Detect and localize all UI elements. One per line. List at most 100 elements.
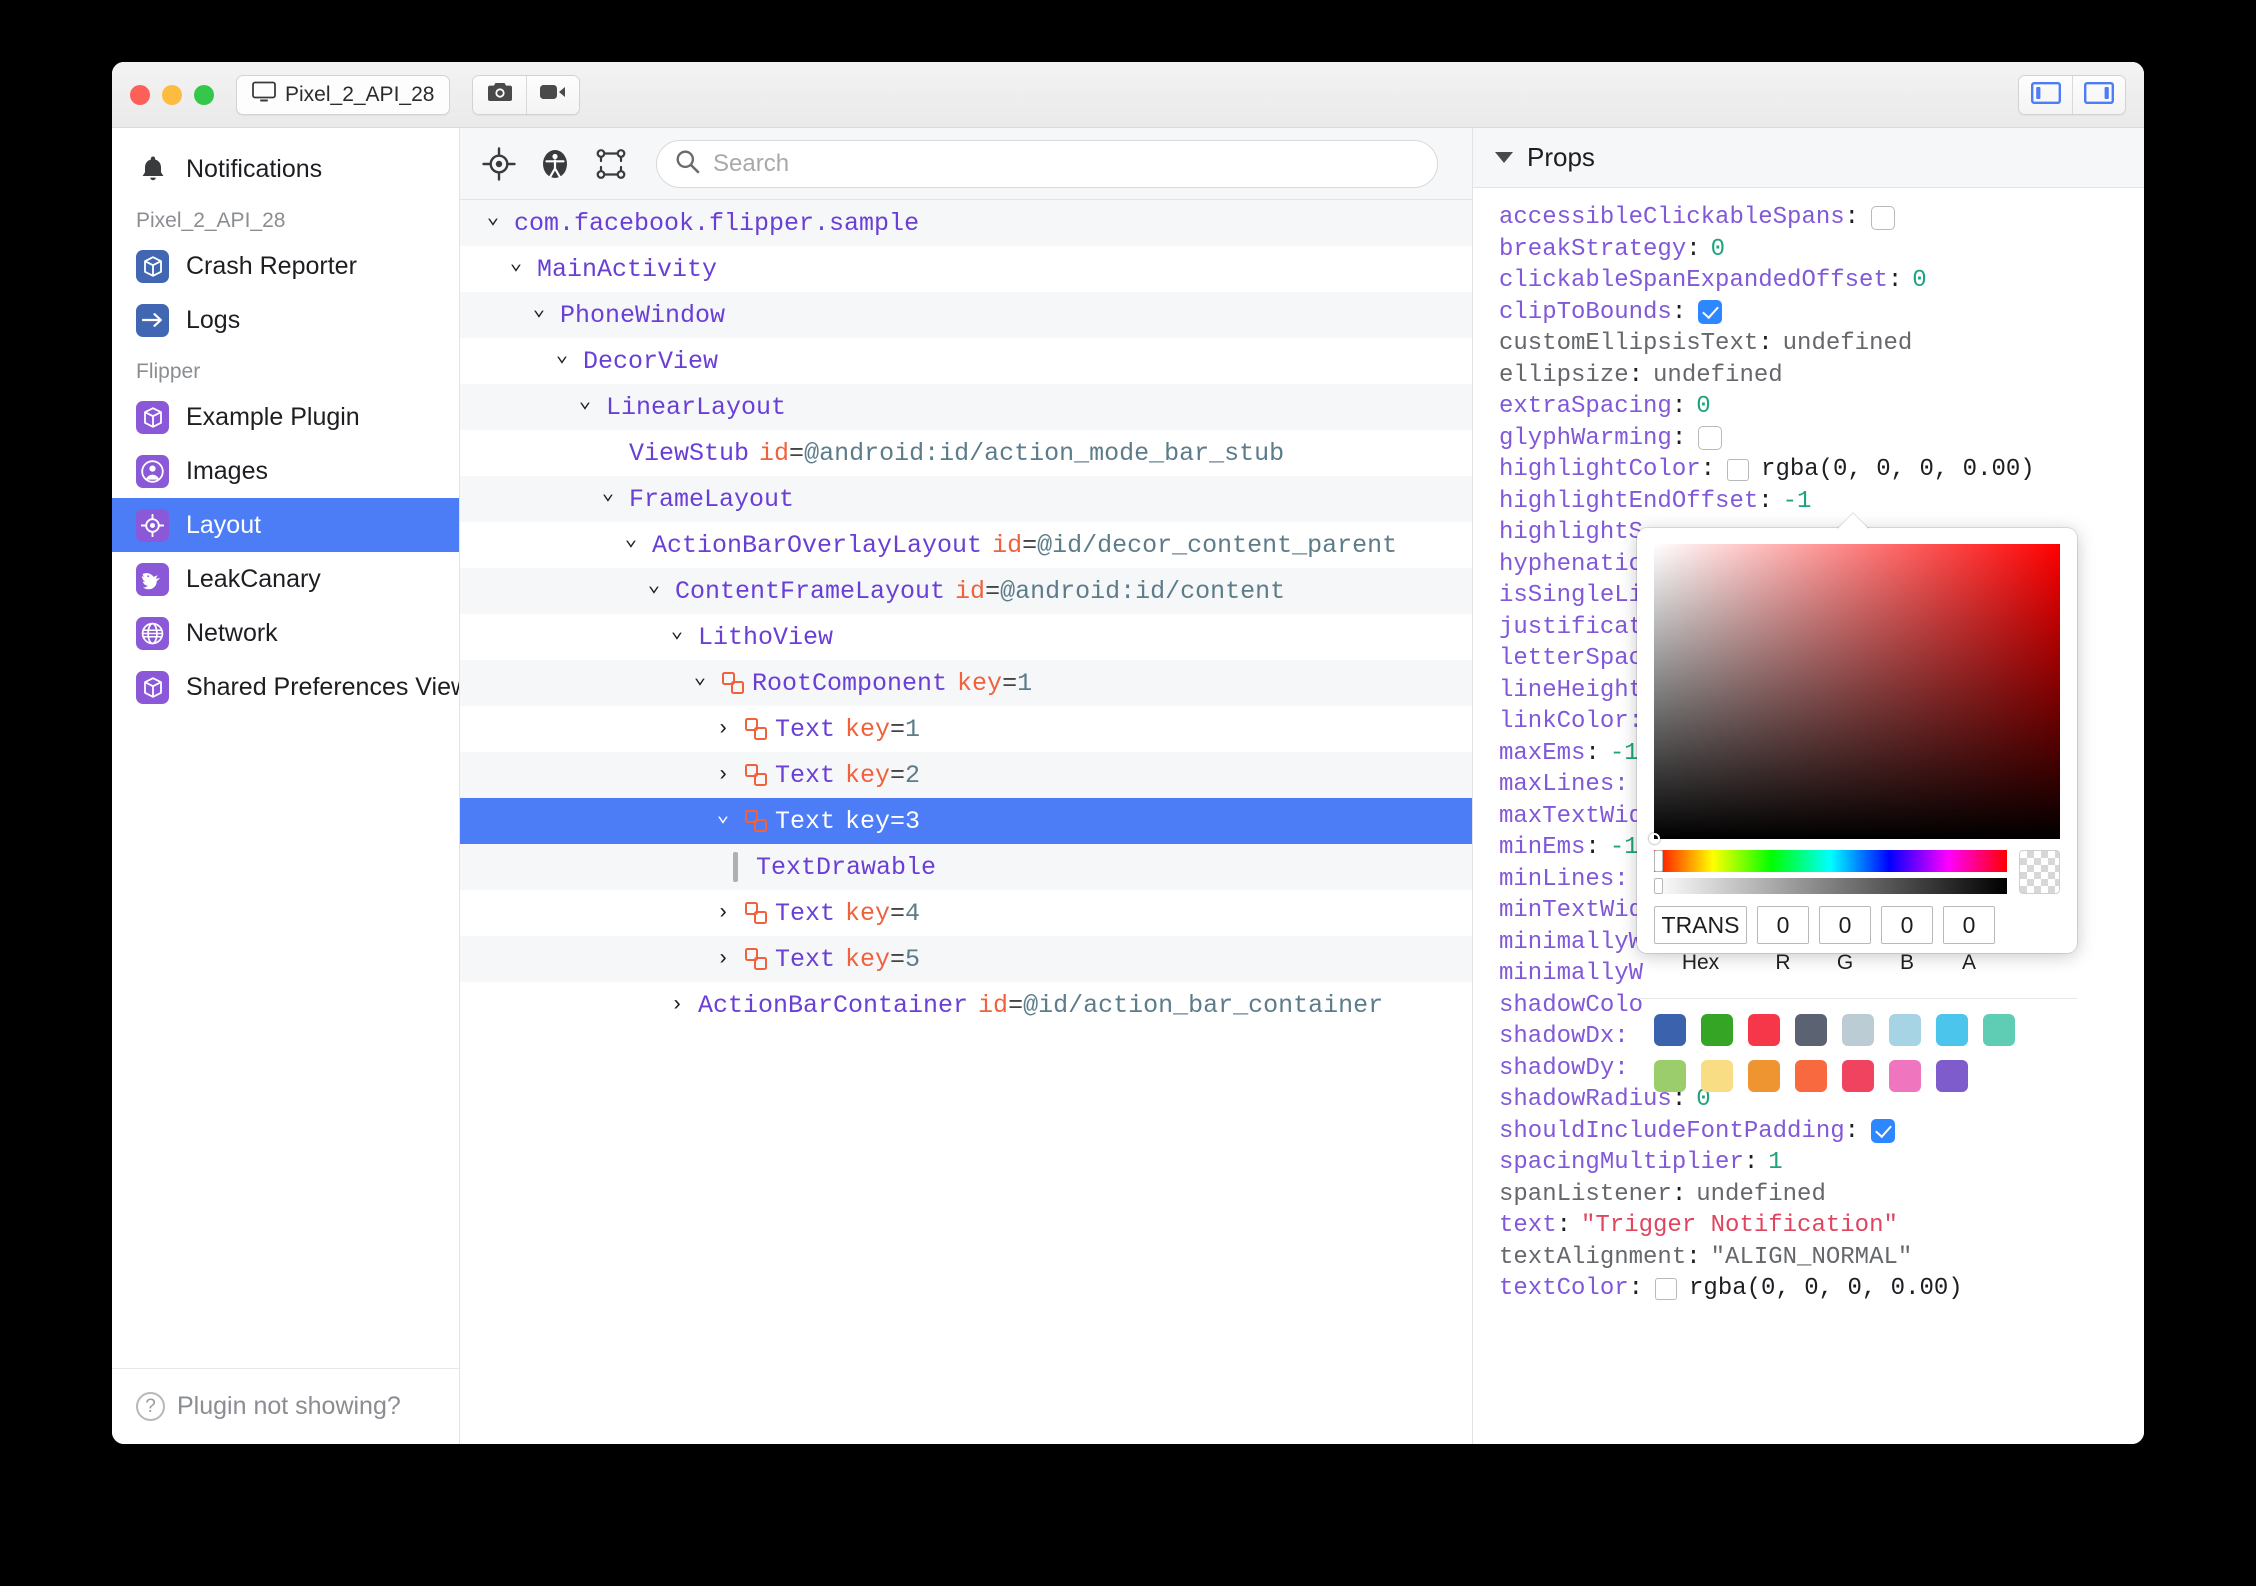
- color-swatch-1-4[interactable]: [1842, 1060, 1874, 1092]
- color-swatch-0-3[interactable]: [1795, 1014, 1827, 1046]
- red-input[interactable]: [1757, 906, 1809, 944]
- saturation-value-area[interactable]: [1649, 544, 2060, 844]
- tree-node-actionbaroverlaylayout[interactable]: ⌄ ActionBarOverlayLayout id = @id/decor_cont…: [460, 522, 1472, 568]
- screenshot-button[interactable]: [473, 75, 527, 114]
- tree-node-decorview[interactable]: ⌄ DecorView: [460, 338, 1472, 384]
- prop-checkbox[interactable]: [1871, 1119, 1896, 1144]
- sidebar-item-shared-preferences-viewer[interactable]: Shared Preferences Viewe: [112, 660, 459, 714]
- green-input[interactable]: [1819, 906, 1871, 944]
- alpha-handle[interactable]: [1654, 878, 1663, 894]
- tree-node-text[interactable]: › Text key = 5: [460, 936, 1472, 982]
- blue-input[interactable]: [1881, 906, 1933, 944]
- toggle-right-sidebar-button[interactable]: [2072, 76, 2125, 114]
- sidebar-item-crash-reporter[interactable]: Crash Reporter: [112, 239, 459, 293]
- chevron-down-icon[interactable]: ⌄: [572, 388, 598, 414]
- chevron-down-icon[interactable]: ⌄: [664, 618, 690, 644]
- color-swatch-1-0[interactable]: [1654, 1060, 1686, 1092]
- tree-node-actionbarcontainer[interactable]: › ActionBarContainer id = @id/action_bar_con…: [460, 982, 1472, 1028]
- chevron-down-icon[interactable]: ⌄: [710, 802, 736, 828]
- chevron-down-icon[interactable]: ⌄: [618, 526, 644, 552]
- tree-node-lithoview[interactable]: ⌄ LithoView: [460, 614, 1472, 660]
- record-video-button[interactable]: [526, 75, 580, 114]
- traffic-lights: [130, 84, 214, 105]
- tree-node-mainactivity[interactable]: ⌄ MainActivity: [460, 246, 1472, 292]
- tree-search-box[interactable]: [656, 139, 1438, 188]
- saturation-handle[interactable]: [1649, 833, 1660, 844]
- props-section-header[interactable]: Props: [1473, 128, 2144, 188]
- crosshair-target-icon[interactable]: [480, 145, 518, 183]
- litho-component-icon: [744, 901, 768, 925]
- chevron-down-icon[interactable]: ⌄: [687, 664, 713, 690]
- search-input[interactable]: [713, 149, 1419, 178]
- chevron-down-icon[interactable]: ⌄: [503, 250, 529, 276]
- color-picker-popover[interactable]: Hex R G B A: [1637, 528, 2077, 1092]
- accessibility-icon[interactable]: [536, 145, 574, 183]
- tree-node-attr-equals: =: [890, 806, 906, 836]
- prop-value-undefined: undefined: [1782, 330, 1913, 358]
- color-swatch-0-0[interactable]: [1654, 1014, 1686, 1046]
- sidebar-item-layout[interactable]: Layout: [112, 498, 459, 552]
- layout-bounds-icon[interactable]: [592, 145, 630, 183]
- chevron-right-icon[interactable]: ›: [664, 994, 690, 1017]
- sidebar-item-images[interactable]: Images: [112, 444, 459, 498]
- tree-node-text[interactable]: › Text key = 1: [460, 706, 1472, 752]
- alpha-input[interactable]: [1943, 906, 1995, 944]
- sidebar-item-network[interactable]: Network: [112, 606, 459, 660]
- minimize-window-button[interactable]: [162, 84, 182, 105]
- chevron-down-icon[interactable]: ⌄: [526, 296, 552, 322]
- color-swatch-0-7[interactable]: [1983, 1014, 2015, 1046]
- tree-node-rootcomponent[interactable]: ⌄ RootComponent key = 1: [460, 660, 1472, 706]
- chevron-down-icon[interactable]: ⌄: [641, 572, 667, 598]
- tree-node-viewstub[interactable]: ›ViewStubid=@android:id/action_mode_bar_…: [460, 430, 1472, 476]
- prop-checkbox[interactable]: [1871, 205, 1896, 230]
- chevron-down-icon[interactable]: ⌄: [595, 480, 621, 506]
- chevron-down-icon[interactable]: ⌄: [549, 342, 575, 368]
- sidebar-item-leakcanary[interactable]: LeakCanary: [112, 552, 459, 606]
- hue-handle[interactable]: [1654, 850, 1663, 872]
- tree-node-linearlayout[interactable]: ⌄ LinearLayout: [460, 384, 1472, 430]
- prop-checkbox[interactable]: [1698, 300, 1723, 325]
- plugin-not-showing-link[interactable]: ? Plugin not showing?: [112, 1368, 459, 1444]
- chevron-right-icon[interactable]: ›: [710, 764, 736, 787]
- color-swatch-1-2[interactable]: [1748, 1060, 1780, 1092]
- alpha-slider[interactable]: [1654, 878, 2007, 894]
- tree-node-text[interactable]: › Text key = 4: [460, 890, 1472, 936]
- prop-color-swatch[interactable]: [1727, 458, 1750, 481]
- prop-checkbox[interactable]: [1698, 426, 1723, 451]
- prop-row-spacingmultiplier: spacingMultiplier:1: [1499, 1147, 2144, 1179]
- chevron-down-icon[interactable]: ⌄: [480, 204, 506, 230]
- tree-node-name: FrameLayout: [629, 484, 795, 514]
- toggle-left-sidebar-button[interactable]: [2019, 76, 2072, 114]
- color-swatch-0-4[interactable]: [1842, 1014, 1874, 1046]
- close-window-button[interactable]: [130, 84, 150, 105]
- sidebar-item-logs[interactable]: Logs: [112, 293, 459, 347]
- swatch-row: [1654, 1060, 2060, 1092]
- color-swatch-0-6[interactable]: [1936, 1014, 1968, 1046]
- color-swatch-1-1[interactable]: [1701, 1060, 1733, 1092]
- tree-node-text[interactable]: › Text key = 2: [460, 752, 1472, 798]
- chevron-right-icon[interactable]: ›: [710, 948, 736, 971]
- zoom-window-button[interactable]: [194, 84, 214, 105]
- device-selector[interactable]: Pixel_2_API_28: [236, 74, 451, 115]
- hex-input[interactable]: [1654, 906, 1747, 944]
- color-swatch-0-1[interactable]: [1701, 1014, 1733, 1046]
- sidebar-item-example-plugin[interactable]: Example Plugin: [112, 390, 459, 444]
- tree-node-phonewindow[interactable]: ⌄ PhoneWindow: [460, 292, 1472, 338]
- tree-node-text[interactable]: ⌄ Text key = 3: [460, 798, 1472, 844]
- color-swatch-1-6[interactable]: [1936, 1060, 1968, 1092]
- color-swatch-1-3[interactable]: [1795, 1060, 1827, 1092]
- color-swatch-0-5[interactable]: [1889, 1014, 1921, 1046]
- tree-node-com-facebook-flipper-sample[interactable]: ⌄ com.facebook.flipper.sample: [460, 200, 1472, 246]
- color-swatch-1-5[interactable]: [1889, 1060, 1921, 1092]
- chevron-right-icon[interactable]: ›: [710, 902, 736, 925]
- color-swatch-0-2[interactable]: [1748, 1014, 1780, 1046]
- tree-node-textdrawable[interactable]: TextDrawable: [460, 844, 1472, 890]
- hue-slider[interactable]: [1654, 850, 2007, 872]
- tree-node-contentframelayout[interactable]: ⌄ ContentFrameLayout id = @android:id/conten…: [460, 568, 1472, 614]
- sidebar-item-notifications[interactable]: Notifications: [112, 142, 459, 196]
- prop-color-swatch[interactable]: [1655, 1277, 1678, 1300]
- layout-tree[interactable]: ⌄ com.facebook.flipper.sample ⌄ MainActivit…: [460, 200, 1472, 1444]
- chevron-right-icon[interactable]: ›: [710, 718, 736, 741]
- tree-node-framelayout[interactable]: ⌄ FrameLayout: [460, 476, 1472, 522]
- tree-node-attr-value: 3: [905, 806, 921, 836]
